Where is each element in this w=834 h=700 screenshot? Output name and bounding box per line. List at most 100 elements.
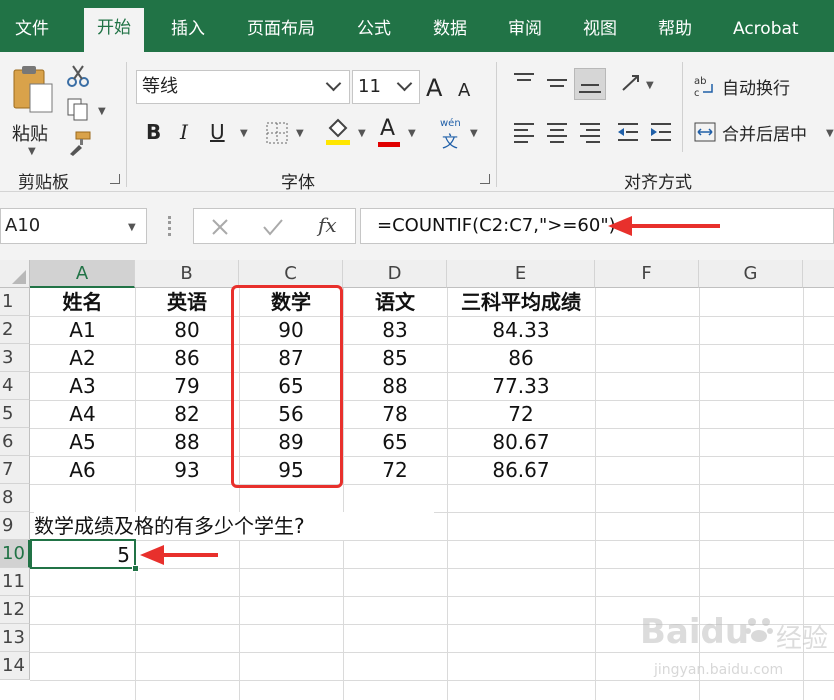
font-color-button[interactable]: A xyxy=(380,116,395,141)
tab-acrobat[interactable]: Acrobat xyxy=(733,15,799,43)
column-header-b[interactable]: B xyxy=(135,260,239,288)
row-header-5[interactable]: 5 xyxy=(0,400,30,428)
cell-d4[interactable]: 88 xyxy=(343,372,447,400)
cell-b5[interactable]: 82 xyxy=(135,400,239,428)
column-header-c[interactable]: C xyxy=(239,260,343,288)
align-right-icon[interactable] xyxy=(578,120,602,144)
row-header-13[interactable]: 13 xyxy=(0,624,30,652)
cell-a3[interactable]: A2 xyxy=(30,344,135,372)
fill-color-dropdown-icon[interactable]: ▼ xyxy=(358,128,366,139)
borders-icon[interactable] xyxy=(266,122,288,144)
tab-help[interactable]: 帮助 xyxy=(658,15,692,43)
format-painter-icon[interactable] xyxy=(66,130,92,156)
align-bottom-button[interactable] xyxy=(574,68,606,100)
cell-e2[interactable]: 84.33 xyxy=(447,316,595,344)
underline-dropdown-icon[interactable]: ▼ xyxy=(240,128,248,139)
cell-b3[interactable]: 86 xyxy=(135,344,239,372)
cell-a10-selected[interactable]: 5 xyxy=(30,539,139,572)
phonetic-button[interactable]: wén 文 xyxy=(440,118,464,151)
cell-e5[interactable]: 72 xyxy=(447,400,595,428)
tab-review[interactable]: 审阅 xyxy=(508,15,542,43)
font-color-dropdown-icon[interactable]: ▼ xyxy=(408,128,416,139)
cell-a7[interactable]: A6 xyxy=(30,456,135,484)
merge-center-button[interactable]: 合并后居中 ▼ xyxy=(694,120,834,146)
align-middle-icon[interactable] xyxy=(545,72,569,94)
copy-icon[interactable] xyxy=(66,97,90,121)
font-size-combo[interactable]: 11 xyxy=(352,70,420,104)
tab-page-layout[interactable]: 页面布局 xyxy=(247,15,315,43)
cell-e3[interactable]: 86 xyxy=(447,344,595,372)
borders-dropdown-icon[interactable]: ▼ xyxy=(296,128,304,139)
cell-b2[interactable]: 80 xyxy=(135,316,239,344)
cell-d5[interactable]: 78 xyxy=(343,400,447,428)
cell-e4[interactable]: 77.33 xyxy=(447,372,595,400)
row-header-4[interactable]: 4 xyxy=(0,372,30,400)
cell-a6[interactable]: A5 xyxy=(30,428,135,456)
shrink-font-button[interactable]: A xyxy=(458,80,470,101)
font-launcher-icon[interactable] xyxy=(480,174,490,184)
column-header-d[interactable]: D xyxy=(343,260,447,288)
grow-font-button[interactable]: A xyxy=(426,74,442,102)
orientation-dropdown-icon[interactable]: ▼ xyxy=(646,80,654,91)
column-header-a[interactable]: A xyxy=(30,260,135,288)
cell-b4[interactable]: 79 xyxy=(135,372,239,400)
align-center-icon[interactable] xyxy=(545,120,569,144)
bold-button[interactable]: B xyxy=(146,120,161,144)
row-header-14[interactable]: 14 xyxy=(0,652,30,680)
cell-d6[interactable]: 65 xyxy=(343,428,447,456)
paste-dropdown-icon[interactable]: ▼ xyxy=(28,146,36,157)
cut-icon[interactable] xyxy=(66,64,90,88)
cell-b7[interactable]: 93 xyxy=(135,456,239,484)
cell-a5[interactable]: A4 xyxy=(30,400,135,428)
wrap-text-button[interactable]: ab c 自动换行 xyxy=(694,74,824,100)
cell-a9-question[interactable]: 数学成绩及格的有多少个学生? xyxy=(34,512,434,540)
enter-check-icon[interactable] xyxy=(262,217,284,237)
cell-e1[interactable]: 三科平均成绩 xyxy=(447,288,595,316)
copy-dropdown-icon[interactable]: ▼ xyxy=(98,106,106,117)
tab-view[interactable]: 视图 xyxy=(583,15,617,43)
column-header-g[interactable]: G xyxy=(699,260,803,288)
row-header-9[interactable]: 9 xyxy=(0,512,30,540)
insert-function-button[interactable]: fx xyxy=(318,213,337,237)
decrease-indent-icon[interactable] xyxy=(616,120,640,144)
merge-center-dropdown-icon[interactable]: ▼ xyxy=(826,128,834,139)
name-box[interactable]: A10 xyxy=(0,208,147,244)
formula-input[interactable]: =COUNTIF(C2:C7,">=60") xyxy=(360,208,834,244)
row-header-1[interactable]: 1 xyxy=(0,288,30,316)
underline-button[interactable]: U xyxy=(210,120,225,144)
fill-handle[interactable] xyxy=(132,565,139,572)
orientation-icon[interactable] xyxy=(620,72,642,94)
row-header-7[interactable]: 7 xyxy=(0,456,30,484)
row-header-2[interactable]: 2 xyxy=(0,316,30,344)
name-box-dropdown-icon[interactable]: ▼ xyxy=(128,222,136,233)
align-left-icon[interactable] xyxy=(512,120,536,144)
column-header-h[interactable] xyxy=(803,260,834,288)
tab-insert[interactable]: 插入 xyxy=(171,15,205,43)
cell-b6[interactable]: 88 xyxy=(135,428,239,456)
column-header-f[interactable]: F xyxy=(595,260,699,288)
column-header-e[interactable]: E xyxy=(447,260,595,288)
cell-d3[interactable]: 85 xyxy=(343,344,447,372)
cell-a1[interactable]: 姓名 xyxy=(30,288,135,316)
font-name-combo[interactable]: 等线 xyxy=(136,70,350,104)
cell-d1[interactable]: 语文 xyxy=(343,288,447,316)
row-header-12[interactable]: 12 xyxy=(0,596,30,624)
cell-e6[interactable]: 80.67 xyxy=(447,428,595,456)
row-header-3[interactable]: 3 xyxy=(0,344,30,372)
italic-button[interactable]: I xyxy=(180,120,188,144)
clipboard-launcher-icon[interactable] xyxy=(110,174,120,184)
tab-formulas[interactable]: 公式 xyxy=(357,15,391,43)
row-header-10[interactable]: 10 xyxy=(0,540,30,568)
row-header-11[interactable]: 11 xyxy=(0,568,30,596)
cell-a2[interactable]: A1 xyxy=(30,316,135,344)
fill-color-icon[interactable] xyxy=(324,116,352,146)
phonetic-dropdown-icon[interactable]: ▼ xyxy=(470,128,478,139)
cell-b1[interactable]: 英语 xyxy=(135,288,239,316)
select-all-corner[interactable] xyxy=(0,260,30,288)
increase-indent-icon[interactable] xyxy=(649,120,673,144)
paste-button[interactable]: 粘贴 ▼ xyxy=(8,62,60,162)
cell-e7[interactable]: 86.67 xyxy=(447,456,595,484)
cell-d2[interactable]: 83 xyxy=(343,316,447,344)
tab-data[interactable]: 数据 xyxy=(433,15,467,43)
cancel-icon[interactable] xyxy=(210,217,230,237)
